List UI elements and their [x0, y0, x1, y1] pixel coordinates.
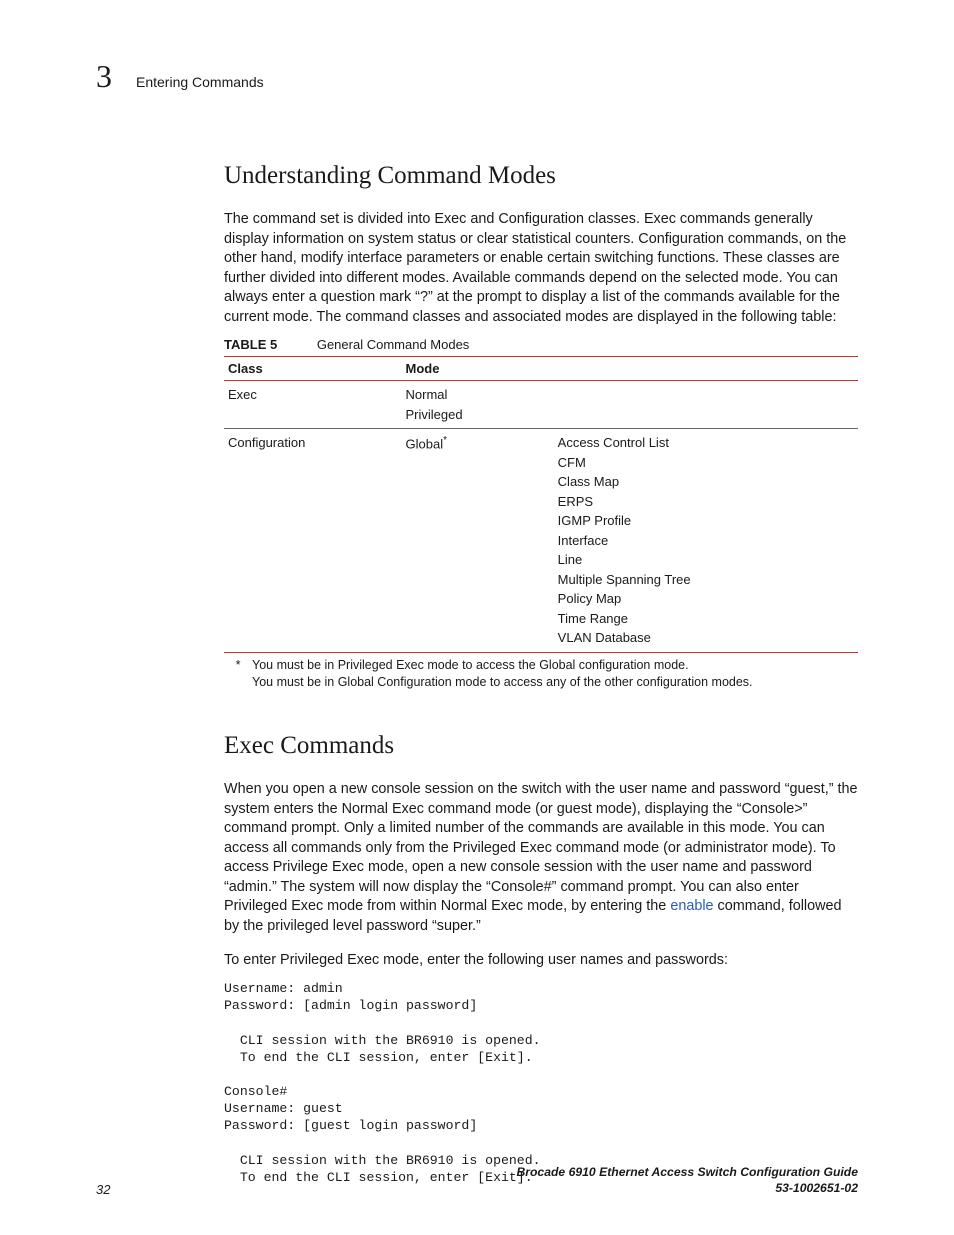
cell-cfg-mode: Global* — [402, 429, 554, 652]
submode-classmap: Class Map — [558, 474, 619, 489]
table-row: Configuration Global* Access Control Lis… — [224, 429, 858, 652]
chapter-label: Entering Commands — [136, 74, 264, 90]
footnote-line2: You must be in Global Configuration mode… — [252, 675, 753, 689]
submode-mstp: Multiple Spanning Tree — [558, 572, 691, 587]
footnote-marker: * — [224, 657, 252, 692]
table-caption: TABLE 5 General Command Modes — [224, 337, 858, 352]
table-command-modes: Class Mode Exec Normal Privileged Config… — [224, 356, 858, 653]
section2-paragraph2: To enter Privileged Exec mode, enter the… — [224, 951, 858, 971]
table-title: General Command Modes — [317, 337, 469, 352]
submode-cfm: CFM — [558, 455, 586, 470]
footer-guide: Brocade 6910 Ethernet Access Switch Conf… — [516, 1165, 858, 1179]
footnote-line1: You must be in Privileged Exec mode to a… — [252, 658, 689, 672]
submode-acl: Access Control List — [558, 435, 669, 450]
section-heading-exec: Exec Commands — [224, 732, 858, 760]
table-label: TABLE 5 — [224, 337, 277, 352]
submode-interface: Interface — [558, 533, 609, 548]
submode-timerange: Time Range — [558, 611, 628, 626]
mode-privileged: Privileged — [406, 407, 463, 422]
footnote-ref-icon: * — [443, 435, 447, 446]
content-body: Understanding Command Modes The command … — [224, 162, 858, 1186]
section-heading-understanding: Understanding Command Modes — [224, 162, 858, 190]
cell-exec-class: Exec — [224, 381, 402, 429]
th-mode: Mode — [402, 357, 858, 381]
page-number: 32 — [82, 1182, 110, 1197]
th-class: Class — [224, 357, 402, 381]
submode-erps: ERPS — [558, 494, 593, 509]
submode-line: Line — [558, 552, 583, 567]
running-header: 3 Entering Commands — [96, 60, 858, 92]
code-block: Username: admin Password: [admin login p… — [224, 980, 858, 1186]
chapter-number: 3 — [96, 60, 112, 92]
link-enable[interactable]: enable — [670, 898, 713, 914]
footnote-text: You must be in Privileged Exec mode to a… — [252, 657, 858, 692]
table-footnote: * You must be in Privileged Exec mode to… — [224, 657, 858, 692]
section2-paragraph1: When you open a new console session on t… — [224, 780, 858, 937]
submode-igmp: IGMP Profile — [558, 513, 631, 528]
submode-policymap: Policy Map — [558, 591, 622, 606]
mode-global: Global — [406, 437, 444, 452]
page: 3 Entering Commands Understanding Comman… — [0, 0, 954, 1235]
cell-cfg-class: Configuration — [224, 429, 402, 652]
cell-exec-mode: Normal Privileged — [402, 381, 858, 429]
footer-docid: 53-1002651-02 — [775, 1181, 858, 1195]
mode-normal: Normal — [406, 387, 448, 402]
table-row: Exec Normal Privileged — [224, 381, 858, 429]
page-footer: 32 Brocade 6910 Ethernet Access Switch C… — [82, 1165, 858, 1197]
section1-paragraph: The command set is divided into Exec and… — [224, 210, 858, 327]
footer-right: Brocade 6910 Ethernet Access Switch Conf… — [516, 1165, 858, 1197]
cell-cfg-submodes: Access Control List CFM Class Map ERPS I… — [554, 429, 858, 652]
para-pre: When you open a new console session on t… — [224, 781, 858, 914]
submode-vlan: VLAN Database — [558, 630, 651, 645]
